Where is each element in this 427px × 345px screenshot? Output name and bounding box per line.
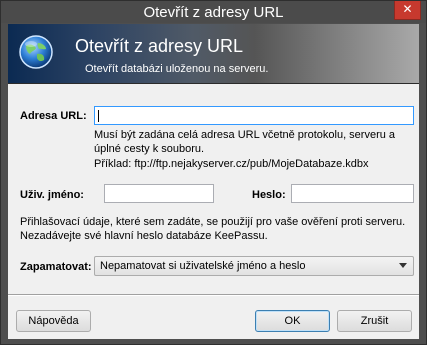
chevron-down-icon [399,263,407,268]
footer-separator [8,294,419,296]
url-help-line1: Musí být zadána celá adresa URL včetně p… [94,129,396,141]
remember-select[interactable]: Nepamatovat si uživatelské jméno a heslo [94,256,414,276]
dialog-client-area: Otevřít z adresy URL Otevřít databázi ul… [8,24,419,339]
cancel-button[interactable]: Zrušit [337,310,412,332]
banner-subtitle: Otevřít databázi uloženou na serveru. [85,63,269,75]
remember-label: Zapamatovat: [20,261,92,273]
credentials-note-line2: Nezadávejte své hlavní heslo databáze Ke… [20,230,268,242]
banner-title: Otevřít z adresy URL [75,36,244,56]
username-input[interactable] [104,184,214,203]
url-label: Adresa URL: [20,110,87,122]
close-button[interactable]: ✕ [394,1,421,20]
url-example: Příklad: ftp://ftp.nejakyserver.cz/pub/M… [94,158,369,170]
username-label: Uživ. jméno: [20,189,84,201]
url-input[interactable] [94,106,414,125]
dialog-window: Otevřít z adresy URL ✕ Otevřít z adresy [0,0,427,345]
globe-icon [19,35,53,69]
header-banner: Otevřít z adresy URL Otevřít databázi ul… [8,24,419,84]
password-input[interactable] [291,184,414,203]
ok-button[interactable]: OK [255,310,330,332]
url-help-line2: úplné cesty k souboru. [94,143,205,155]
window-title: Otevřít z adresy URL [143,4,284,21]
text-caret [98,110,99,122]
password-label: Heslo: [252,189,286,201]
help-button[interactable]: Nápověda [16,310,91,332]
remember-selected-value: Nepamatovat si uživatelské jméno a heslo [100,260,306,272]
title-bar[interactable]: Otevřít z adresy URL ✕ [1,1,426,23]
credentials-note-line1: Přihlašovací údaje, které sem zadáte, se… [20,216,406,228]
